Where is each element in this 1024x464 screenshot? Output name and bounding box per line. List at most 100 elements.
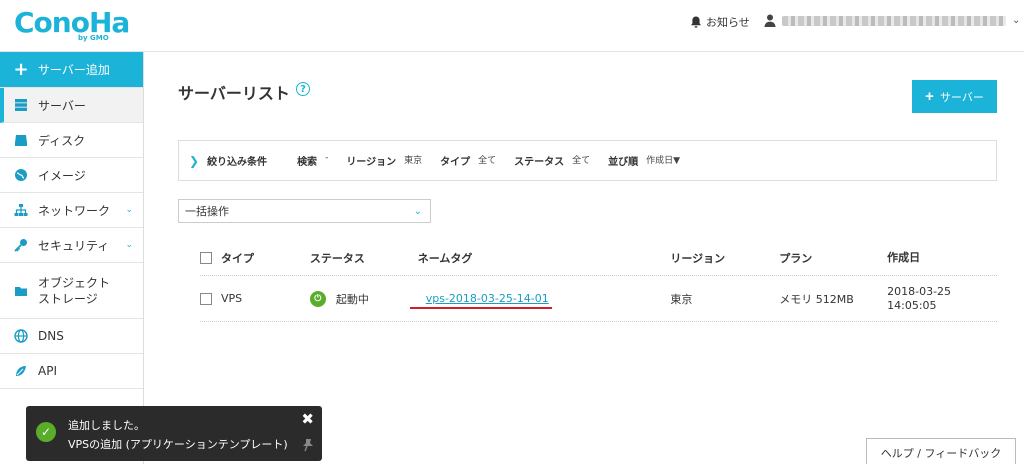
check-icon: ✓: [36, 422, 56, 442]
user-icon: [764, 14, 776, 27]
server-table: タイプ ステータス ネームタグ リージョン プラン 作成日 VPS ⏻ 起動中 …: [200, 240, 997, 322]
bulk-action-select[interactable]: 一括操作 ⌄: [178, 199, 431, 223]
sidebar-item-label-line2: ストレージ: [38, 291, 98, 306]
filter-region: リージョン 東京: [346, 153, 422, 168]
row-checkbox[interactable]: [200, 292, 212, 305]
select-all-checkbox[interactable]: [200, 251, 212, 264]
toast-line1: 追加しました。: [68, 419, 145, 432]
cell-region: 東京: [670, 292, 693, 306]
logo-sub: by GMO: [78, 34, 109, 42]
header-status[interactable]: ステータス: [310, 250, 418, 266]
toast-notification: ✓ 追加しました。 VPSの追加 (アプリケーションテンプレート) ✖: [26, 406, 322, 461]
filter-status-value: 全て: [572, 156, 591, 166]
chevron-right-icon: ❯: [189, 153, 200, 168]
cell-nametag: vps-2018-03-25-14-01: [418, 292, 671, 305]
nametag-link[interactable]: vps-2018-03-25-14-01: [418, 292, 549, 305]
page-title: サーバーリスト: [178, 84, 290, 103]
filter-type: タイプ 全て: [440, 153, 496, 168]
chevron-down-icon: ⌄: [413, 205, 422, 217]
filter-type-value: 全て: [478, 156, 497, 166]
bell-icon: [691, 16, 701, 28]
header-type-label: タイプ: [221, 251, 254, 265]
add-server-button[interactable]: + サーバー: [912, 80, 997, 113]
toast-line2: VPSの追加 (アプリケーションテンプレート): [68, 438, 288, 451]
cell-type: VPS: [200, 292, 310, 305]
sidebar-item-server[interactable]: サーバー: [0, 88, 143, 123]
filter-search: 検索 -: [297, 153, 328, 168]
filter-region-label: リージョン: [346, 157, 397, 168]
chevron-down-icon: ⌄: [1012, 15, 1021, 26]
filter-type-label: タイプ: [440, 157, 471, 168]
sidebar-item-disk[interactable]: ディスク: [0, 123, 143, 158]
sidebar-item-label: DNS: [38, 329, 64, 343]
filter-search-value: -: [325, 153, 329, 163]
sidebar-item-api[interactable]: API: [0, 354, 143, 389]
bulk-action-value: 一括操作: [185, 205, 229, 218]
folder-icon: [12, 284, 30, 298]
cell-status: ⏻ 起動中: [309, 290, 418, 307]
plus-icon: +: [13, 59, 29, 80]
conoha-logo[interactable]: ConoHa by GMO: [14, 8, 132, 44]
cell-plan: メモリ 512MB: [779, 292, 854, 306]
header-type: タイプ: [200, 250, 310, 266]
filter-search-label: 検索: [297, 157, 318, 168]
sidebar-item-label: ネットワーク: [38, 203, 111, 218]
header-created[interactable]: 作成日: [887, 251, 997, 265]
sidebar-item-label: API: [38, 364, 57, 378]
header-nametag[interactable]: ネームタグ: [418, 250, 671, 266]
sidebar-item-label-line1: オブジェクト: [38, 275, 111, 290]
power-on-icon: ⏻: [309, 290, 326, 307]
filter-title: 絞り込み条件: [207, 157, 268, 168]
filter-sort: 並び順 作成日▼: [608, 153, 680, 168]
cell-created-time: 14:05:05: [887, 298, 937, 312]
sidebar-item-network[interactable]: ネットワーク ⌄: [0, 193, 143, 228]
filter-status-label: ステータス: [514, 157, 565, 168]
filter-panel[interactable]: ❯ 絞り込み条件 検索 - リージョン 東京 タイプ 全て ステータス 全て 並…: [178, 140, 997, 181]
close-icon[interactable]: ✖: [301, 410, 314, 428]
top-header: ConoHa by GMO お知らせ ⌄: [0, 0, 1024, 52]
header-plan[interactable]: プラン: [779, 250, 887, 266]
cell-created: 2018-03-25 14:05:05: [887, 285, 997, 313]
cell-type-value: VPS: [221, 292, 243, 305]
user-name-blurred: [782, 15, 1006, 26]
filter-sort-label: 並び順: [608, 157, 639, 168]
sidebar-item-label: サーバー: [38, 98, 86, 113]
sidebar-item-image[interactable]: イメージ: [0, 158, 143, 193]
help-feedback-button[interactable]: ヘルプ / フィードバック: [866, 438, 1016, 464]
key-icon: [12, 238, 30, 252]
server-icon: [12, 98, 30, 112]
add-server-label: サーバー: [939, 91, 984, 104]
chevron-down-icon: ⌄: [125, 240, 133, 250]
filter-status: ステータス 全て: [514, 153, 590, 168]
globe-icon: [12, 168, 30, 182]
table-header: タイプ ステータス ネームタグ リージョン プラン 作成日: [200, 240, 997, 276]
help-icon[interactable]: ?: [296, 82, 310, 96]
pin-icon[interactable]: [302, 438, 314, 455]
sidebar-item-object-storage[interactable]: オブジェクト ストレージ: [0, 263, 143, 319]
chevron-down-icon: ⌄: [125, 205, 133, 215]
cell-created-date: 2018-03-25: [887, 284, 952, 298]
sidebar-item-label: イメージ: [38, 168, 86, 183]
annotation-underline: [410, 307, 552, 309]
sidebar-item-label: ディスク: [38, 133, 86, 148]
plus-icon: +: [925, 88, 934, 105]
header-region[interactable]: リージョン: [670, 250, 779, 266]
notice-link[interactable]: お知らせ: [690, 14, 750, 30]
network-icon: [12, 203, 30, 217]
sidebar: + サーバー追加 サーバー ディスク イメージ ネットワーク ⌄ セキュリティ …: [0, 52, 144, 464]
sidebar-item-dns[interactable]: DNS: [0, 319, 143, 354]
sidebar-item-label: オブジェクト ストレージ: [38, 275, 110, 307]
filter-sort-value: 作成日▼: [646, 156, 681, 166]
api-icon: [12, 364, 30, 378]
sidebar-item-security[interactable]: セキュリティ ⌄: [0, 228, 143, 263]
logo-text: ConoHa: [14, 6, 130, 39]
filter-region-value: 東京: [404, 156, 423, 166]
notice-label: お知らせ: [706, 16, 750, 29]
disk-icon: [12, 133, 30, 147]
user-menu[interactable]: ⌄: [764, 14, 1020, 27]
cell-status-value: 起動中: [335, 292, 369, 306]
dns-icon: [12, 329, 30, 343]
sidebar-item-label: セキュリティ: [38, 238, 110, 253]
sidebar-item-add-server[interactable]: + サーバー追加: [0, 52, 143, 88]
sidebar-item-label: サーバー追加: [38, 63, 110, 77]
